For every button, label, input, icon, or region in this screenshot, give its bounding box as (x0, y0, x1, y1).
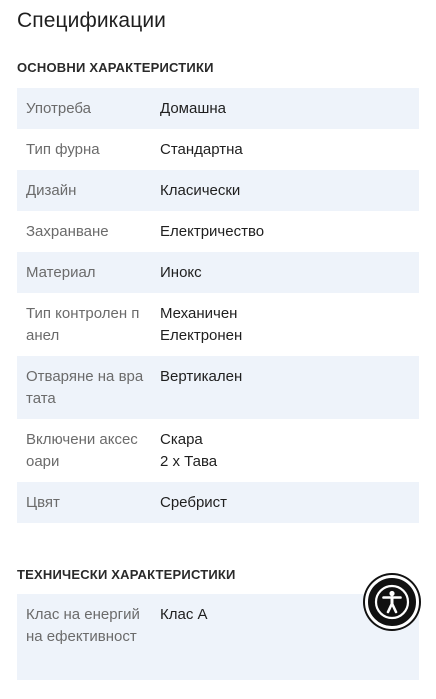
specifications-page: Спецификации ОСНОВНИ ХАРАКТЕРИСТИКИ Упот… (0, 0, 436, 699)
spec-value: Механичен Електронен (160, 305, 243, 344)
spec-table-basic: Употреба Домашна Тип фурна Стандартна Ди… (17, 88, 419, 523)
spec-table-technical: Клас на енергийна ефективност Клас А (17, 594, 419, 680)
spec-value: Стандартна (160, 141, 243, 158)
spec-value: Електричество (160, 223, 265, 240)
spec-value: Инокс (160, 264, 202, 281)
spec-label: Цвят (26, 494, 60, 511)
accessibility-icon (373, 583, 411, 621)
spec-value: Скара 2 x Тава (160, 431, 218, 470)
spec-label: Употреба (26, 100, 91, 117)
spec-label: Клас на енергийна ефективност (26, 606, 140, 645)
section-title-basic: ОСНОВНИ ХАРАКТЕРИСТИКИ (17, 60, 214, 75)
spec-label: Захранване (26, 223, 109, 240)
spec-row: Тип контролен панел Механичен Електронен (17, 293, 419, 356)
spec-row: Включени аксесоари Скара 2 x Тава (17, 419, 419, 482)
spec-label: Тип фурна (26, 141, 100, 158)
spec-row: Употреба Домашна (17, 88, 419, 129)
spec-row: Отваряне на вратата Вертикален (17, 356, 419, 419)
section-title-technical: ТЕХНИЧЕСКИ ХАРАКТЕРИСТИКИ (17, 567, 236, 582)
spec-value: Класически (160, 182, 241, 199)
page-title: Спецификации (17, 9, 166, 32)
spec-label: Включени аксесоари (26, 431, 138, 470)
spec-row: Дизайн Класически (17, 170, 419, 211)
spec-row: Захранване Електричество (17, 211, 419, 252)
spec-value: Сребрист (160, 494, 228, 511)
spec-row: Цвят Сребрист (17, 482, 419, 523)
accessibility-button[interactable] (365, 575, 419, 629)
spec-value: Домашна (160, 100, 226, 117)
spec-label: Тип контролен панел (26, 305, 140, 344)
spec-row: Клас на енергийна ефективност Клас А (17, 594, 419, 680)
spec-row: Тип фурна Стандартна (17, 129, 419, 170)
spec-value: Вертикален (160, 368, 243, 385)
spec-row: Материал Инокс (17, 252, 419, 293)
spec-label: Отваряне на вратата (26, 368, 144, 407)
spec-label: Дизайн (26, 182, 77, 199)
spec-label: Материал (26, 264, 96, 281)
